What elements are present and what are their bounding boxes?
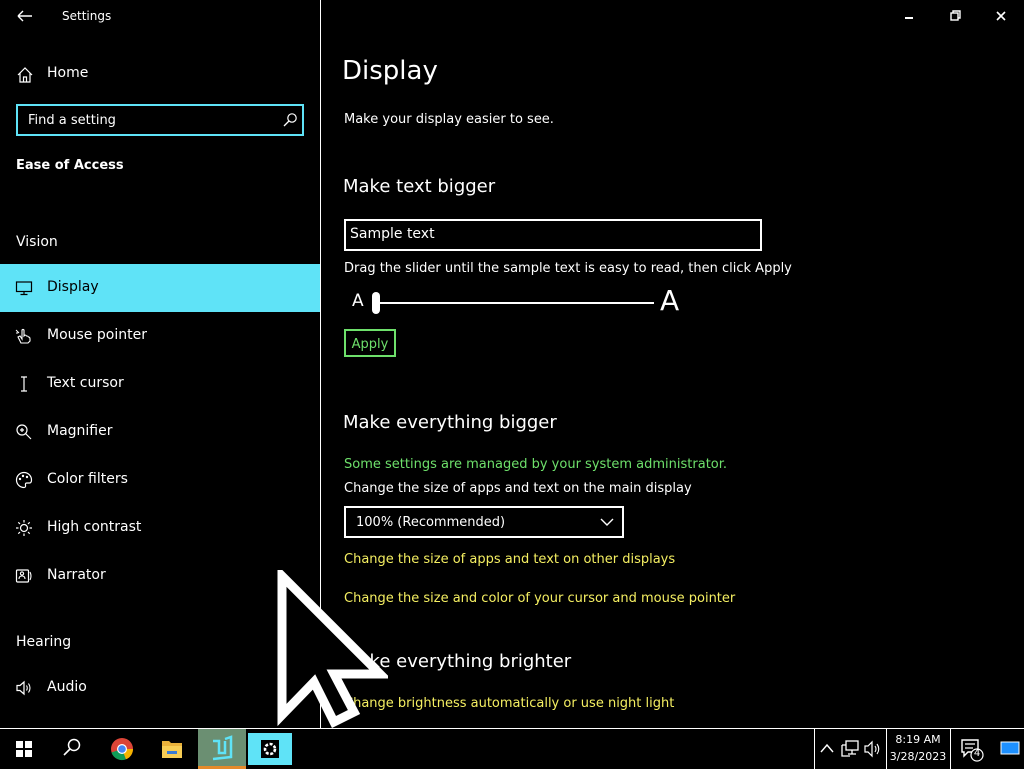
taskbar-search-button[interactable] (48, 729, 96, 769)
page-title: Display (342, 56, 438, 86)
sidebar-item-high-contrast[interactable]: High contrast (0, 504, 320, 552)
narrator-icon (15, 569, 32, 583)
section-hearing: Hearing (16, 634, 72, 650)
magnifier-icon (16, 424, 32, 440)
search-box[interactable] (16, 104, 304, 136)
sidebar-item-mouse-pointer[interactable]: Mouse pointer (0, 312, 320, 360)
notification-icon (961, 739, 984, 762)
chrome-icon (111, 738, 134, 761)
palette-icon (15, 471, 33, 489)
mouse-pointer-icon (15, 328, 31, 344)
sidebar-home[interactable]: Home (0, 58, 320, 90)
clock-date: 3/28/2023 (889, 750, 947, 763)
taskbar-settings[interactable] (246, 729, 294, 769)
sidebar-item-label: Text cursor (47, 375, 124, 391)
chevron-down-icon (600, 518, 614, 526)
desktop-icon (1000, 741, 1020, 755)
monitor-icon (15, 281, 33, 296)
apply-button[interactable]: Apply (344, 329, 396, 357)
clock[interactable]: 8:19 AM 3/28/2023 (888, 729, 948, 769)
slider-max-label: A (660, 284, 680, 317)
sidebar-item-label: High contrast (47, 519, 142, 535)
page-subtitle: Make your display easier to see. (344, 112, 554, 127)
minimize-icon (905, 17, 913, 19)
slider-thumb[interactable] (372, 292, 380, 314)
scale-select[interactable]: 100% (Recommended) (344, 506, 624, 538)
slider-min-label: A (352, 291, 364, 311)
tray-divider (950, 729, 951, 769)
sidebar-item-label: Narrator (47, 567, 106, 583)
sidebar-item-text-cursor[interactable]: Text cursor (0, 360, 320, 408)
sidebar-item-magnifier[interactable]: Magnifier (0, 408, 320, 456)
scale-select-label: Change the size of apps and text on the … (344, 481, 692, 496)
section-vision: Vision (16, 234, 58, 250)
sidebar-item-color-filters[interactable]: Color filters (0, 456, 320, 504)
sidebar-item-display[interactable]: Display (0, 264, 320, 312)
category-heading: Ease of Access (16, 158, 124, 173)
slider-instructions: Drag the slider until the sample text is… (344, 261, 792, 276)
tray-expand-button[interactable] (816, 729, 838, 769)
slider-track (372, 302, 654, 304)
sample-text-box: Sample text (344, 219, 762, 251)
notification-count: 4 (973, 748, 981, 759)
link-cursor-settings[interactable]: Change the size and color of your cursor… (344, 591, 735, 606)
taskbar-chrome[interactable] (98, 729, 146, 769)
speaker-icon (16, 680, 31, 696)
close-icon (996, 11, 1006, 21)
home-icon (17, 67, 33, 83)
taskbar-app[interactable] (198, 729, 246, 769)
network-button[interactable] (838, 729, 862, 769)
sample-text: Sample text (350, 226, 435, 242)
search-input[interactable] (18, 106, 278, 134)
sidebar-item-label: Display (47, 279, 99, 295)
heading-everything-bigger: Make everything bigger (343, 412, 557, 433)
action-center-button[interactable]: 4 (952, 729, 992, 769)
sidebar-item-narrator[interactable]: Narrator (0, 552, 320, 600)
app-icon (212, 735, 233, 761)
text-cursor-icon (21, 376, 27, 392)
scale-select-value: 100% (Recommended) (356, 515, 506, 530)
sidebar-item-label: Color filters (47, 471, 128, 487)
tray-divider (814, 729, 815, 769)
speaker-icon (864, 740, 880, 758)
search-icon (63, 738, 81, 756)
chevron-up-icon (820, 743, 834, 753)
window-title: Settings (62, 9, 112, 23)
mouse-cursor-icon (277, 570, 388, 729)
link-brightness[interactable]: Change brightness automatically or use n… (344, 696, 674, 711)
taskbar: 8:19 AM 3/28/2023 4 (0, 728, 1024, 769)
sidebar-item-audio[interactable]: Audio (0, 664, 320, 712)
taskbar-file-explorer[interactable] (148, 729, 196, 769)
network-icon (841, 740, 859, 757)
settings-gear-icon (261, 740, 279, 758)
clock-time: 8:19 AM (895, 733, 941, 746)
volume-button[interactable] (862, 729, 884, 769)
restore-icon (950, 10, 961, 21)
search-icon[interactable] (282, 112, 298, 128)
file-explorer-icon (162, 741, 182, 758)
admin-note: Some settings are managed by your system… (344, 457, 728, 472)
link-other-displays[interactable]: Change the size of apps and text on othe… (344, 552, 675, 567)
home-label: Home (47, 65, 89, 81)
start-button[interactable] (0, 729, 48, 769)
heading-text-bigger: Make text bigger (343, 176, 496, 197)
tray-divider (886, 729, 887, 769)
show-desktop-button[interactable] (996, 729, 1024, 769)
back-button[interactable] (10, 4, 38, 28)
start-icon (16, 741, 32, 757)
sidebar-item-label: Audio (47, 679, 87, 695)
sidebar-item-label: Mouse pointer (47, 327, 147, 343)
back-arrow-icon (17, 10, 32, 22)
sidebar-item-label: Magnifier (47, 423, 113, 439)
minimize-button[interactable] (886, 0, 932, 32)
sidebar: Settings Home Ease of Access Vision Disp… (0, 0, 320, 728)
sun-icon (16, 520, 32, 536)
text-size-slider[interactable] (372, 292, 654, 314)
close-button[interactable] (978, 0, 1024, 32)
restore-button[interactable] (932, 0, 978, 32)
